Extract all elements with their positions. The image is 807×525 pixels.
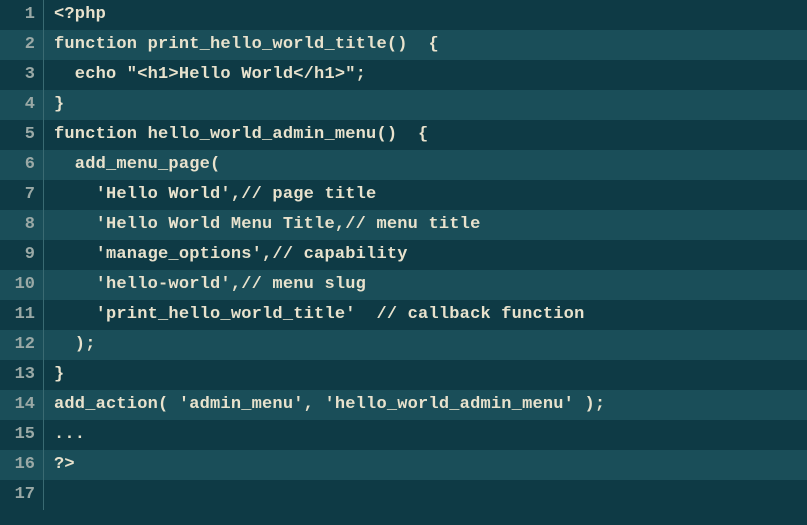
code-text[interactable]: function print_hello_world_title() { (44, 30, 439, 60)
code-line[interactable]: 5function hello_world_admin_menu() { (0, 120, 807, 150)
line-number: 13 (0, 360, 44, 390)
line-number: 14 (0, 390, 44, 420)
code-text[interactable]: 'print_hello_world_title' // callback fu… (44, 300, 585, 330)
code-line[interactable]: 3 echo "<h1>Hello World</h1>"; (0, 60, 807, 90)
code-line[interactable]: 4} (0, 90, 807, 120)
line-number: 15 (0, 420, 44, 450)
code-text[interactable]: add_menu_page( (44, 150, 220, 180)
code-line[interactable]: 9 'manage_options',// capability (0, 240, 807, 270)
code-editor[interactable]: 1<?php 2function print_hello_world_title… (0, 0, 807, 510)
line-number: 12 (0, 330, 44, 360)
code-text[interactable]: <?php (44, 0, 106, 30)
code-text[interactable]: 'Hello World',// page title (44, 180, 376, 210)
line-number: 9 (0, 240, 44, 270)
line-number: 7 (0, 180, 44, 210)
code-text[interactable]: 'manage_options',// capability (44, 240, 408, 270)
line-number: 16 (0, 450, 44, 480)
code-line[interactable]: 14add_action( 'admin_menu', 'hello_world… (0, 390, 807, 420)
code-text[interactable]: function hello_world_admin_menu() { (44, 120, 428, 150)
code-text[interactable]: ); (44, 330, 96, 360)
code-line[interactable]: 17 (0, 480, 807, 510)
code-text[interactable]: } (44, 90, 64, 120)
code-text[interactable]: echo "<h1>Hello World</h1>"; (44, 60, 366, 90)
line-number: 10 (0, 270, 44, 300)
code-line[interactable]: 2function print_hello_world_title() { (0, 30, 807, 60)
code-line[interactable]: 16?> (0, 450, 807, 480)
line-number: 8 (0, 210, 44, 240)
code-line[interactable]: 7 'Hello World',// page title (0, 180, 807, 210)
line-number: 6 (0, 150, 44, 180)
code-line[interactable]: 13} (0, 360, 807, 390)
code-line[interactable]: 6 add_menu_page( (0, 150, 807, 180)
line-number: 2 (0, 30, 44, 60)
line-number: 11 (0, 300, 44, 330)
line-number: 3 (0, 60, 44, 90)
code-text[interactable]: 'hello-world',// menu slug (44, 270, 366, 300)
code-line[interactable]: 1<?php (0, 0, 807, 30)
code-text[interactable]: } (44, 360, 64, 390)
code-line[interactable]: 8 'Hello World Menu Title,// menu title (0, 210, 807, 240)
code-text[interactable]: ?> (44, 450, 75, 480)
line-number: 1 (0, 0, 44, 30)
code-text[interactable]: add_action( 'admin_menu', 'hello_world_a… (44, 390, 605, 420)
line-number: 4 (0, 90, 44, 120)
code-line[interactable]: 12 ); (0, 330, 807, 360)
line-number: 5 (0, 120, 44, 150)
code-text[interactable]: 'Hello World Menu Title,// menu title (44, 210, 480, 240)
code-line[interactable]: 11 'print_hello_world_title' // callback… (0, 300, 807, 330)
code-text[interactable]: ... (44, 420, 85, 450)
code-line[interactable]: 15... (0, 420, 807, 450)
code-line[interactable]: 10 'hello-world',// menu slug (0, 270, 807, 300)
line-number: 17 (0, 480, 44, 510)
